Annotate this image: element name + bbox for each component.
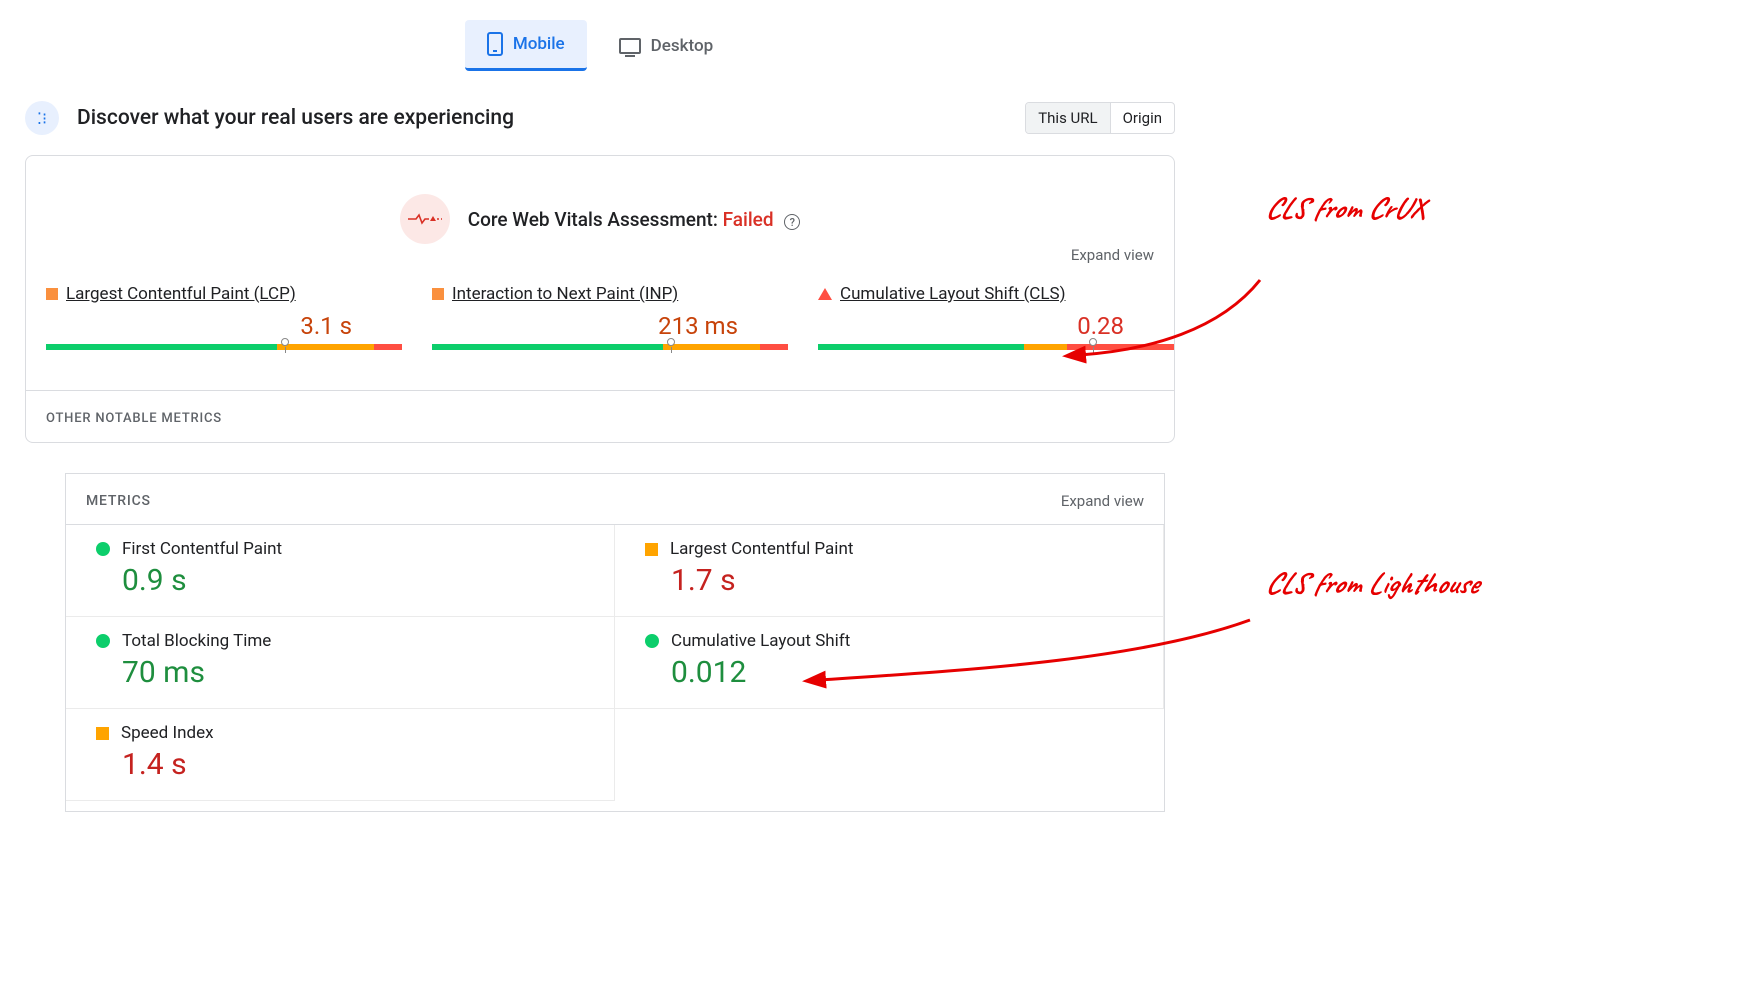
lh-metric-value: 1.4 s: [122, 747, 594, 782]
desktop-icon: [619, 38, 641, 54]
bar-marker: [1089, 338, 1097, 346]
lh-metric-value: 70 ms: [122, 655, 594, 690]
square-icon: [46, 288, 58, 300]
vital-bar: [46, 344, 402, 350]
pulse-icon: [400, 194, 450, 244]
lh-metric-value: 0.9 s: [122, 563, 594, 598]
scope-toggle: This URL Origin: [1025, 102, 1175, 134]
vital-label[interactable]: Cumulative Layout Shift (CLS): [840, 284, 1066, 304]
vital-0: Largest Contentful Paint (LCP) 3.1 s: [46, 284, 402, 350]
dot-icon: [96, 542, 110, 556]
square-icon: [432, 288, 444, 300]
lh-metric-4: Speed Index 1.4 s: [66, 709, 615, 801]
vital-2: Cumulative Layout Shift (CLS) 0.28: [818, 284, 1174, 350]
square-icon: [645, 543, 658, 556]
dot-icon: [645, 634, 659, 648]
lh-title: METRICS: [86, 493, 151, 509]
users-icon: ⁚⁝: [25, 101, 59, 135]
dot-icon: [96, 634, 110, 648]
lh-metric-2: Total Blocking Time 70 ms: [66, 617, 615, 709]
phone-icon: [487, 32, 503, 56]
annotation-cls-crux: CLS from CrUX: [1265, 190, 1423, 226]
cwv-assessment-header: Core Web Vitals Assessment: Failed ?: [26, 194, 1174, 244]
vital-value: 213 ms: [432, 312, 788, 340]
lh-metric-value: 1.7 s: [671, 563, 1143, 598]
vital-1: Interaction to Next Paint (INP) 213 ms: [432, 284, 788, 350]
tab-desktop[interactable]: Desktop: [597, 20, 735, 71]
core-web-vitals-panel: Core Web Vitals Assessment: Failed ? Exp…: [25, 155, 1175, 443]
vital-bar: [818, 344, 1174, 350]
help-icon[interactable]: ?: [784, 214, 800, 230]
toggle-this-url[interactable]: This URL: [1026, 103, 1109, 133]
bar-marker: [667, 338, 675, 346]
lighthouse-metrics-panel: METRICS Expand view First Contentful Pai…: [65, 473, 1165, 812]
cwv-title: Core Web Vitals Assessment: Failed ?: [468, 208, 801, 231]
lh-grid: First Contentful Paint 0.9 s Largest Conte…: [66, 525, 1164, 801]
vital-label[interactable]: Interaction to Next Paint (INP): [452, 284, 678, 304]
lh-expand-link[interactable]: Expand view: [1061, 492, 1144, 510]
lh-metric-3: Cumulative Layout Shift 0.012: [615, 617, 1164, 709]
lh-metric-1: Largest Contentful Paint 1.7 s: [615, 525, 1164, 617]
crux-header: ⁚⁝ Discover what your real users are exp…: [25, 101, 1175, 135]
annotation-cls-lighthouse: CLS from Lighthouse: [1265, 565, 1478, 601]
tab-desktop-label: Desktop: [651, 36, 713, 56]
lh-metric-name: Total Blocking Time: [122, 631, 271, 651]
vitals-row: Largest Contentful Paint (LCP) 3.1 s Inter…: [26, 284, 1174, 350]
cwv-status: Failed: [723, 208, 774, 231]
square-icon: [96, 727, 109, 740]
lh-metric-0: First Contentful Paint 0.9 s: [66, 525, 615, 617]
device-tabs: Mobile Desktop: [25, 20, 1175, 71]
tab-mobile[interactable]: Mobile: [465, 20, 587, 71]
lh-metric-name: First Contentful Paint: [122, 539, 282, 559]
bar-marker: [281, 338, 289, 346]
toggle-origin[interactable]: Origin: [1110, 103, 1174, 133]
lh-metric-value: 0.012: [671, 655, 1143, 690]
tab-mobile-label: Mobile: [513, 34, 565, 54]
lh-metric-name: Cumulative Layout Shift: [671, 631, 850, 651]
triangle-icon: [818, 288, 832, 300]
lh-metric-name: Largest Contentful Paint: [670, 539, 853, 559]
vital-value: 0.28: [818, 312, 1174, 340]
cwv-title-prefix: Core Web Vitals Assessment:: [468, 208, 723, 231]
vital-label[interactable]: Largest Contentful Paint (LCP): [66, 284, 296, 304]
vital-value: 3.1 s: [46, 312, 402, 340]
expand-view-link[interactable]: Expand view: [1071, 246, 1154, 264]
other-metrics-heading: OTHER NOTABLE METRICS: [26, 390, 1174, 426]
lh-metric-name: Speed Index: [121, 723, 214, 743]
section-title: Discover what your real users are experi…: [77, 106, 1007, 130]
vital-bar: [432, 344, 788, 350]
